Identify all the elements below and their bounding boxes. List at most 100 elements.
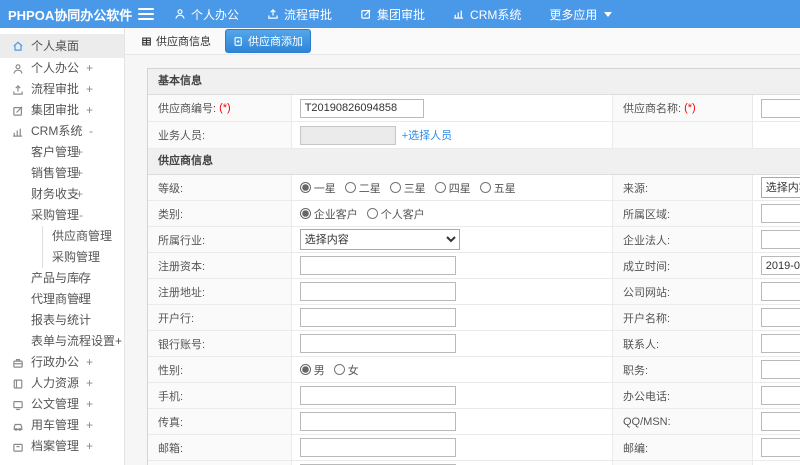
银行账号-input[interactable]: [299, 334, 456, 353]
来源-select[interactable]: 选择内容: [760, 177, 800, 198]
expand-icon[interactable]: +: [86, 415, 93, 436]
radio-option-五星[interactable]: 五星: [479, 180, 516, 196]
label-cell: 办公电话:: [613, 383, 753, 408]
select-person-link[interactable]: +选择人员: [402, 127, 452, 143]
sidebar-item-个人办公[interactable]: 个人办公 +: [0, 58, 124, 79]
所属行业-select[interactable]: 选择内容: [299, 229, 460, 250]
form-row: 业务人员: +选择人员: [148, 122, 800, 149]
radio-option-一星[interactable]: 一星: [299, 180, 336, 196]
topnav-label: 个人办公: [191, 7, 240, 22]
邮编-input[interactable]: [760, 438, 800, 457]
chart-icon: [453, 8, 465, 20]
sidebar-item-集团审批[interactable]: 集团审批 +: [0, 100, 124, 121]
radio-input[interactable]: [333, 364, 345, 375]
sidebar-item-CRM系统[interactable]: CRM系统 -: [0, 121, 124, 142]
expand-icon[interactable]: +: [86, 79, 93, 100]
radio-input[interactable]: [344, 182, 356, 193]
radio-input[interactable]: [389, 182, 401, 193]
注册资本-input[interactable]: [299, 256, 456, 275]
field-label: 注册资本:: [158, 260, 206, 273]
expand-icon[interactable]: +: [76, 289, 83, 310]
radio-label: 个人客户: [380, 208, 425, 221]
expand-icon[interactable]: +: [76, 268, 83, 289]
sidebar-item-用车管理[interactable]: 用车管理 +: [0, 415, 124, 436]
所属区域-input[interactable]: [760, 204, 800, 223]
radio-option-三星[interactable]: 三星: [389, 180, 426, 196]
企业法人-input[interactable]: [760, 230, 800, 249]
业务人员-input[interactable]: [299, 125, 396, 145]
radio-option-男[interactable]: 男: [299, 362, 325, 378]
collapse-icon[interactable]: -: [89, 121, 93, 142]
menu-toggle-icon[interactable]: [138, 8, 154, 20]
成立时间-input[interactable]: [760, 256, 800, 275]
sidebar-item-表单与流程设置[interactable]: 表单与流程设置+: [0, 331, 124, 352]
radio-option-个人客户[interactable]: 个人客户: [366, 206, 425, 222]
sidebar-item-采购管理[interactable]: 采购管理 -: [0, 205, 124, 226]
QQ/MSN-input[interactable]: [760, 412, 800, 431]
radio-option-四星[interactable]: 四星: [434, 180, 471, 196]
topnav-item-1[interactable]: 个人办公: [174, 6, 239, 23]
办公电话-input[interactable]: [760, 386, 800, 405]
label-cell: 等级:: [148, 175, 292, 200]
expand-icon[interactable]: +: [76, 184, 83, 205]
topnav-item-2[interactable]: 流程审批: [267, 6, 332, 23]
手机-input[interactable]: [299, 386, 456, 405]
radio-input[interactable]: [299, 208, 311, 219]
radio-input[interactable]: [299, 182, 311, 193]
sidebar-item-label: 档案管理: [31, 439, 80, 453]
topnav-item-3[interactable]: 集团审批: [360, 6, 425, 23]
form-row: 传真: QQ/MSN:: [148, 409, 800, 435]
sidebar-item-财务收支[interactable]: 财务收支 +: [0, 184, 124, 205]
sidebar-item-产品与库存[interactable]: 产品与库存 +: [0, 268, 124, 289]
expand-icon[interactable]: +: [76, 142, 83, 163]
sidebar-item-采购管理[interactable]: 采购管理: [42, 247, 124, 268]
expand-icon[interactable]: +: [86, 352, 93, 373]
sidebar-item-报表与统计[interactable]: 报表与统计: [0, 310, 124, 331]
field-label: 所属区域:: [623, 208, 671, 221]
radio-input[interactable]: [434, 182, 446, 193]
sidebar-item-个人桌面[interactable]: 个人桌面: [0, 34, 124, 58]
expand-icon[interactable]: +: [86, 58, 93, 79]
sidebar-item-客户管理[interactable]: 客户管理 +: [0, 142, 124, 163]
sidebar-item-供应商管理[interactable]: 供应商管理: [42, 226, 124, 247]
topnav-item-4[interactable]: CRM系统: [453, 6, 521, 23]
expand-icon[interactable]: +: [86, 436, 93, 457]
label-cell: 邮编:: [613, 435, 753, 460]
sidebar-item-人力资源[interactable]: 人力资源 +: [0, 373, 124, 394]
sidebar-item-销售管理[interactable]: 销售管理 +: [0, 163, 124, 184]
radio-input[interactable]: [299, 364, 311, 375]
radio-option-女[interactable]: 女: [333, 362, 359, 378]
sidebar-item-代理商管理[interactable]: 代理商管理 +: [0, 289, 124, 310]
注册地址-input[interactable]: [299, 282, 456, 301]
radio-input[interactable]: [479, 182, 491, 193]
sidebar-item-流程审批[interactable]: 流程审批 +: [0, 79, 124, 100]
开户行-input[interactable]: [299, 308, 456, 327]
职务-input[interactable]: [760, 360, 800, 379]
传真-input[interactable]: [299, 412, 456, 431]
tab-供应商信息[interactable]: 供应商信息: [134, 30, 218, 52]
供应商名称-input[interactable]: [760, 98, 800, 118]
邮箱-input[interactable]: [299, 438, 456, 457]
expand-icon[interactable]: +: [86, 373, 93, 394]
radio-option-二星[interactable]: 二星: [344, 180, 381, 196]
开户名称-input[interactable]: [760, 308, 800, 327]
sidebar-item-行政办公[interactable]: 行政办公 +: [0, 352, 124, 373]
sidebar-item-公文管理[interactable]: 公文管理 +: [0, 394, 124, 415]
联系人-input[interactable]: [760, 334, 800, 353]
radio-input[interactable]: [366, 208, 378, 219]
book-icon: [11, 378, 24, 390]
供应商编号-input[interactable]: [299, 98, 424, 118]
radio-option-企业客户[interactable]: 企业客户: [299, 206, 358, 222]
required-mark: (*): [684, 102, 696, 114]
expand-icon[interactable]: +: [86, 100, 93, 121]
sidebar-item-档案管理[interactable]: 档案管理 +: [0, 436, 124, 457]
topnav-item-5[interactable]: 更多应用: [549, 6, 613, 23]
field-cell: [752, 461, 800, 465]
tab-供应商添加[interactable]: 供应商添加: [225, 29, 311, 53]
radio-label: 企业客户: [313, 208, 358, 221]
main-area: 供应商信息供应商添加 基本信息供应商编号:(*)供应商名称:(*)业务人员:+选…: [125, 28, 800, 465]
collapse-icon[interactable]: -: [79, 205, 83, 226]
公司网站-input[interactable]: [760, 282, 800, 301]
expand-icon[interactable]: +: [86, 394, 93, 415]
expand-icon[interactable]: +: [76, 163, 83, 184]
